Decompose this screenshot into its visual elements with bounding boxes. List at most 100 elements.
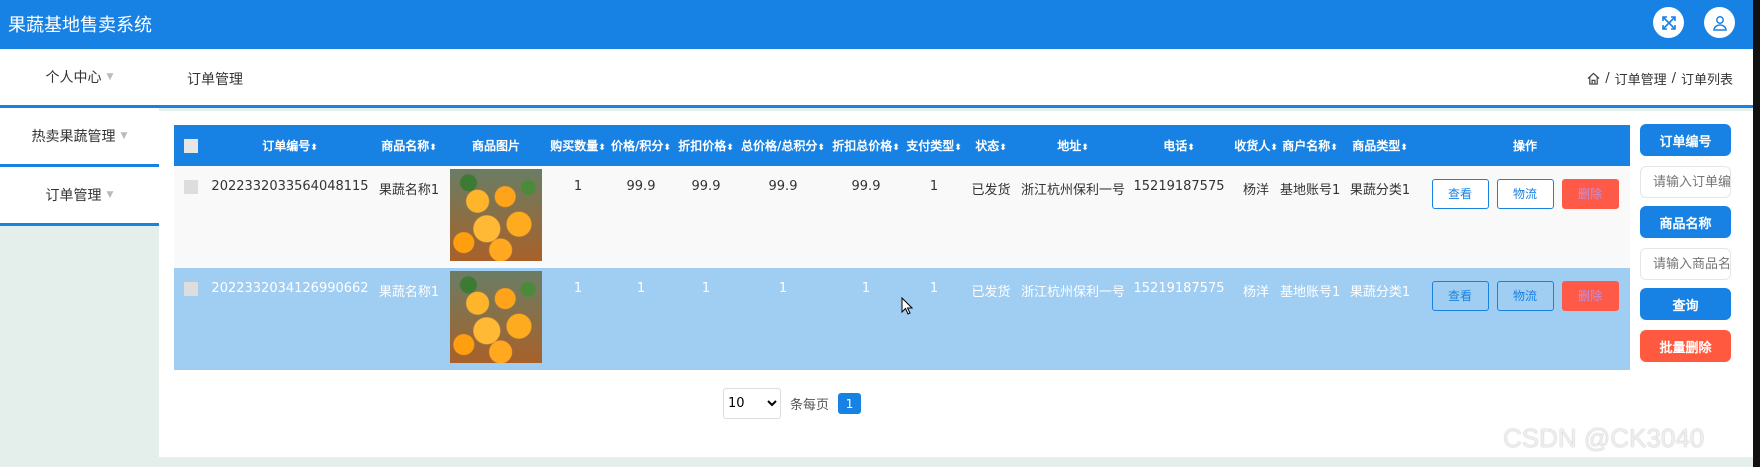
cell-pay-type: 1 xyxy=(906,268,962,370)
cell-receiver: 杨洋 xyxy=(1232,166,1280,268)
user-button[interactable] xyxy=(1704,7,1735,38)
sort-icon[interactable]: ⬍ xyxy=(999,143,1007,153)
fullscreen-button[interactable] xyxy=(1653,7,1684,38)
sort-icon[interactable]: ⬍ xyxy=(1081,143,1089,153)
row-checkbox-cell[interactable] xyxy=(174,166,208,268)
column-header: 商品图片 xyxy=(446,125,546,166)
cell-total: 1 xyxy=(740,268,826,370)
caret-down-icon: ▼ xyxy=(106,190,114,200)
column-header[interactable]: 商户名称⬍ xyxy=(1280,125,1340,166)
sidebar-item-hot-produce[interactable]: 热卖果蔬管理 ▼ xyxy=(0,108,159,167)
cell-phone: 15219187575 xyxy=(1126,166,1232,268)
column-label: 折扣总价格 xyxy=(832,139,893,153)
delete-button[interactable]: 删除 xyxy=(1561,179,1619,209)
breadcrumb-item[interactable]: 订单管理 xyxy=(1615,69,1667,88)
column-label: 状态 xyxy=(975,139,1000,153)
product-name-label-button[interactable]: 商品名称 xyxy=(1640,206,1731,238)
column-label: 地址 xyxy=(1057,139,1082,153)
sort-icon[interactable]: ⬍ xyxy=(892,143,900,153)
sidebar: 个人中心 ▼ 热卖果蔬管理 ▼ 订单管理 ▼ xyxy=(0,49,159,226)
column-header[interactable]: 状态⬍ xyxy=(962,125,1020,166)
page-1-button[interactable]: 1 xyxy=(838,393,862,414)
product-image-cell xyxy=(446,268,546,370)
column-label: 折扣价格 xyxy=(678,139,727,153)
query-button[interactable]: 查询 xyxy=(1640,288,1731,320)
sort-icon[interactable]: ⬍ xyxy=(310,143,318,153)
batch-delete-button[interactable]: 批量删除 xyxy=(1640,330,1731,362)
logistics-button[interactable]: 物流 xyxy=(1496,179,1554,209)
sort-icon[interactable]: ⬍ xyxy=(1400,143,1408,153)
column-header[interactable]: 折扣总价格⬍ xyxy=(826,125,906,166)
column-header[interactable]: 地址⬍ xyxy=(1020,125,1126,166)
sort-icon[interactable]: ⬍ xyxy=(954,143,962,153)
order-no-input[interactable] xyxy=(1640,166,1731,198)
column-label: 总价格/总积分 xyxy=(741,139,818,153)
cell-phone: 15219187575 xyxy=(1126,268,1232,370)
column-label: 订单编号 xyxy=(262,139,311,153)
row-checkbox[interactable] xyxy=(184,281,198,296)
product-image[interactable] xyxy=(450,169,542,261)
cell-address: 浙江杭州保利一号 xyxy=(1020,166,1126,268)
pagination: 10 条每页 1 xyxy=(723,388,862,419)
sidebar-item-personal-center[interactable]: 个人中心 ▼ xyxy=(0,49,159,108)
column-header[interactable]: 收货人⬍ xyxy=(1232,125,1280,166)
sort-icon[interactable]: ⬍ xyxy=(726,143,734,153)
sort-icon[interactable]: ⬍ xyxy=(1270,143,1278,153)
cell-order-no: 2022332033564048115 xyxy=(208,166,372,268)
cell-qty: 1 xyxy=(546,166,610,268)
sort-icon[interactable]: ⬍ xyxy=(598,143,606,153)
sort-icon[interactable]: ⬍ xyxy=(1330,143,1338,153)
sort-icon[interactable]: ⬍ xyxy=(663,143,671,153)
breadcrumb-item: 订单列表 xyxy=(1680,73,1733,88)
column-header[interactable]: 购买数量⬍ xyxy=(546,125,610,166)
cell-price: 99.9 xyxy=(610,166,672,268)
column-label: 电话 xyxy=(1163,139,1188,153)
sidebar-item-label: 热卖果蔬管理 xyxy=(31,129,116,145)
product-image[interactable] xyxy=(450,271,542,363)
page-size-select[interactable]: 10 xyxy=(723,388,781,419)
row-checkbox-cell[interactable] xyxy=(174,268,208,370)
column-header[interactable]: 电话⬍ xyxy=(1126,125,1232,166)
column-header[interactable]: 折扣价格⬍ xyxy=(672,125,740,166)
cell-receiver: 杨洋 xyxy=(1232,268,1280,370)
table-row[interactable]: 2022332033564048115 果蔬名称1 1 99.9 99.9 99.9 99.… xyxy=(174,166,1630,268)
column-header[interactable]: 总价格/总积分⬍ xyxy=(740,125,826,166)
logistics-button[interactable]: 物流 xyxy=(1496,281,1554,311)
product-name-input[interactable] xyxy=(1640,248,1731,280)
sidebar-item-label: 个人中心 xyxy=(45,70,102,86)
column-header[interactable]: 订单编号⬍ xyxy=(208,125,372,166)
column-header[interactable]: 商品类型⬍ xyxy=(1340,125,1420,166)
view-button[interactable]: 查看 xyxy=(1431,281,1489,311)
sidebar-item-orders[interactable]: 订单管理 ▼ xyxy=(0,167,159,226)
column-header[interactable]: 商品名称⬍ xyxy=(372,125,446,166)
sort-icon[interactable]: ⬍ xyxy=(429,143,437,153)
select-all-checkbox[interactable] xyxy=(174,125,208,166)
table-row[interactable]: 2022332034126990662 果蔬名称1 1 1 1 1 1 1 已发货 浙江杭州保利一… xyxy=(174,268,1630,370)
screen-edge xyxy=(1753,0,1760,467)
per-page-label: 条每页 xyxy=(790,398,830,413)
cell-disc-total: 1 xyxy=(826,268,906,370)
column-header[interactable]: 价格/积分⬍ xyxy=(610,125,672,166)
checkbox[interactable] xyxy=(184,138,198,153)
delete-button[interactable]: 删除 xyxy=(1561,281,1619,311)
cell-status: 已发货 xyxy=(962,166,1020,268)
order-no-label-button[interactable]: 订单编号 xyxy=(1640,124,1731,156)
sort-icon[interactable]: ⬍ xyxy=(1187,143,1195,153)
cell-merchant: 基地账号1 xyxy=(1280,268,1340,370)
column-label: 商品图片 xyxy=(471,139,520,153)
home-icon[interactable] xyxy=(1587,72,1600,85)
breadcrumb-separator: / xyxy=(1605,71,1610,86)
cell-total: 99.9 xyxy=(740,166,826,268)
breadcrumb: / 订单管理 / 订单列表 xyxy=(1587,69,1733,88)
fullscreen-icon xyxy=(1661,15,1676,30)
cell-name: 果蔬名称1 xyxy=(372,268,446,370)
column-label: 操作 xyxy=(1512,139,1537,153)
column-label: 收货人 xyxy=(1234,139,1271,153)
sort-icon[interactable]: ⬍ xyxy=(817,143,825,153)
cell-order-no: 2022332034126990662 xyxy=(208,268,372,370)
row-checkbox[interactable] xyxy=(184,179,198,194)
view-button[interactable]: 查看 xyxy=(1431,179,1489,209)
sidebar-item-label: 订单管理 xyxy=(45,188,102,204)
product-image-cell xyxy=(446,166,546,268)
column-header[interactable]: 支付类型⬍ xyxy=(906,125,962,166)
